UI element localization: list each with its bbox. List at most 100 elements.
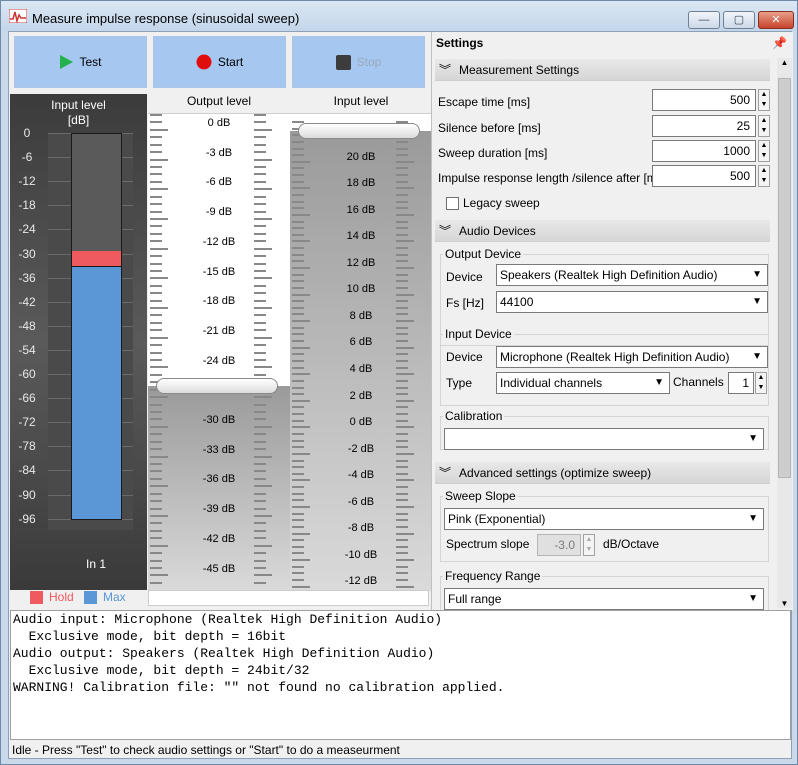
settings-scrollbar[interactable]: ▲ ▼ (777, 58, 792, 608)
slider-tick (396, 479, 414, 482)
slider-thumb[interactable] (156, 378, 278, 395)
slider-tick (254, 314, 266, 317)
scrollbar-thumb[interactable] (778, 78, 791, 478)
escape-time-input[interactable]: 500 (652, 89, 756, 111)
sweep-slope-dropdown[interactable]: Pink (Exponential) ▼ (444, 508, 764, 530)
test-button[interactable]: Test (14, 36, 147, 88)
slider-tick (396, 386, 408, 389)
advanced-settings-section[interactable]: ︾ Advanced settings (optimize sweep) (435, 462, 770, 484)
sweep-duration-spinner[interactable]: ▲ ▼ (758, 140, 770, 162)
slider-tick (150, 492, 162, 495)
impulse-length-input[interactable]: 500 (652, 165, 756, 187)
settings-panel: Settings 📌 ︾ Measurement Settings Escape… (431, 32, 793, 616)
group-title: Frequency Range (443, 569, 543, 583)
slider-tick (254, 158, 272, 161)
silence-before-input[interactable]: 25 (652, 115, 756, 137)
slider-tick (396, 260, 408, 263)
slider-tick (396, 432, 408, 435)
slider-tick (292, 366, 304, 369)
slider-tick (396, 406, 408, 409)
scroll-up-icon[interactable]: ▲ (777, 58, 792, 72)
slider-tick (396, 552, 408, 555)
calibration-dropdown[interactable]: ▼ (444, 428, 764, 450)
hold-level-bar (72, 250, 121, 268)
horizontal-scrollbar[interactable] (148, 590, 429, 606)
measurement-settings-section[interactable]: ︾ Measurement Settings (435, 59, 770, 81)
channels-spinner[interactable]: ▲ ▼ (755, 372, 767, 394)
fs-dropdown[interactable]: 44100 ▼ (496, 291, 768, 313)
stop-button[interactable]: Stop (292, 36, 425, 88)
fs-value: 44100 (500, 295, 534, 309)
frequency-range-dropdown[interactable]: Full range ▼ (444, 588, 764, 610)
slider-label: -24 dB (202, 354, 236, 367)
slider-tick (254, 247, 272, 250)
max-swatch (84, 590, 97, 604)
output-device-label: Device (446, 270, 483, 284)
slider-tick (150, 500, 162, 503)
minimize-button[interactable]: — (688, 11, 720, 29)
sweep-duration-input[interactable]: 1000 (652, 140, 756, 162)
escape-time-spinner[interactable]: ▲ ▼ (758, 89, 770, 111)
slider-tick (254, 188, 272, 191)
spectrum-slope-spinner[interactable]: ▲ ▼ (583, 534, 595, 556)
close-icon: ✕ (771, 14, 781, 26)
type-dropdown[interactable]: Individual channels ▼ (496, 372, 670, 394)
input-device-value: Microphone (Realtek High Definition Audi… (500, 350, 730, 364)
slider-tick (292, 293, 310, 296)
slider-tick (396, 267, 414, 270)
slider-tick (292, 505, 310, 508)
close-button[interactable]: ✕ (758, 11, 794, 29)
slider-tick (292, 300, 304, 303)
slider-tick (292, 286, 304, 289)
slider-tick (292, 552, 304, 555)
slider-label: -9 dB (205, 206, 233, 219)
output-device-dropdown[interactable]: Speakers (Realtek High Definition Audio)… (496, 264, 768, 286)
log-output[interactable]: Audio input: Microphone (Realtek High De… (10, 610, 791, 740)
channels-input[interactable]: 1 (728, 372, 754, 394)
silence-before-spinner[interactable]: ▲ ▼ (758, 115, 770, 137)
slider-tick (254, 529, 266, 532)
slider-label: -6 dB (205, 176, 233, 189)
slider-tick (150, 299, 162, 302)
impulse-length-label: Impulse response length /silence after [… (438, 171, 667, 185)
slider-tick (292, 280, 304, 283)
input-level-track[interactable]: 22 dB20 dB18 dB16 dB14 dB12 dB10 dB8 dB6… (290, 113, 432, 595)
slider-tick (292, 340, 304, 343)
slider-tick (292, 413, 304, 416)
start-button[interactable]: Start (153, 36, 286, 88)
output-level-slider[interactable]: Output level 0 dB -3 dB -6 dB -9 dB -12 dB -1… (148, 94, 290, 591)
slider-tick (254, 299, 266, 302)
legacy-sweep-checkbox[interactable] (446, 196, 459, 210)
slider-tick (254, 559, 266, 562)
legacy-sweep-checkbox-row[interactable]: Legacy sweep (446, 196, 540, 210)
impulse-length-spinner[interactable]: ▲ ▼ (758, 165, 770, 187)
slider-tick (254, 240, 266, 243)
slider-tick (254, 500, 266, 503)
chevron-down-icon: ▼ (752, 351, 762, 362)
maximize-button[interactable]: ▢ (723, 11, 755, 29)
slider-tick (396, 253, 408, 256)
slider-tick (254, 292, 266, 295)
pin-icon[interactable]: 📌 (772, 36, 787, 50)
slider-tick (292, 446, 304, 449)
input-level-slider[interactable]: Input level 22 dB20 dB18 dB16 dB14 dB12 … (290, 94, 432, 595)
slider-tick (292, 545, 304, 548)
slider-tick (396, 419, 408, 422)
slider-tick (396, 426, 414, 429)
spectrum-slope-input[interactable]: -3.0 (537, 534, 581, 556)
meter-scale-label: -12 (18, 174, 36, 189)
scroll-down-icon[interactable]: ▼ (777, 599, 792, 608)
output-level-track[interactable]: 0 dB -3 dB -6 dB -9 dB -12 dB -15 dB -18 dB -21… (148, 113, 290, 591)
slider-tick (396, 379, 408, 382)
slider-thumb[interactable] (298, 123, 420, 139)
slider-tick (396, 200, 408, 203)
slider-tick (254, 477, 266, 480)
max-legend-label: Max (103, 590, 126, 604)
input-device-dropdown[interactable]: Microphone (Realtek High Definition Audi… (496, 346, 768, 368)
meter-scale-label: -30 (18, 246, 36, 261)
slider-tick (396, 346, 414, 349)
audio-devices-section[interactable]: ︾ Audio Devices (435, 220, 770, 242)
collapse-icon: ︾ (439, 224, 452, 238)
slider-tick (254, 581, 266, 584)
slider-tick (396, 220, 408, 223)
